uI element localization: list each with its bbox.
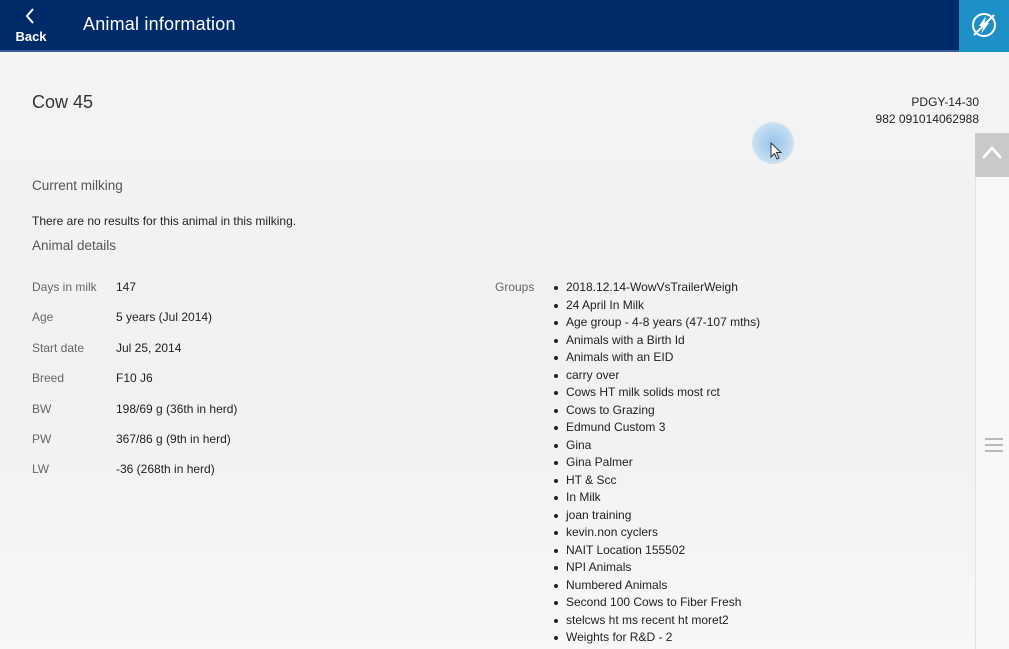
group-item: Animals with a Birth Id (552, 333, 760, 351)
group-item: carry over (552, 368, 760, 386)
group-item: Gina Palmer (552, 455, 760, 473)
detail-value: 198/69 g (36th in herd) (116, 401, 238, 416)
group-item: stelcws ht ms recent ht moret2 (552, 613, 760, 631)
group-item: Gina (552, 438, 760, 456)
animal-name: Cow 45 (32, 92, 94, 112)
back-label: Back (15, 29, 47, 44)
animal-ids: PDGY-14-30 982 091014062988 (876, 94, 979, 128)
detail-label: BW (32, 401, 52, 416)
detail-label: LW (32, 462, 50, 477)
group-item: Age group - 4-8 years (47-107 mths) (552, 315, 760, 333)
back-button[interactable]: Back (10, 4, 52, 48)
detail-label: PW (32, 431, 52, 446)
scrollbar-handle[interactable] (985, 438, 1003, 454)
group-item: joan training (552, 508, 760, 526)
group-item: NAIT Location 155502 (552, 543, 760, 561)
group-item: Cows to Grazing (552, 403, 760, 421)
detail-value: -36 (268th in herd) (116, 462, 215, 477)
group-item: Animals with an EID (552, 350, 760, 368)
quick-action-button[interactable] (959, 0, 1009, 52)
page-title: Animal information (83, 14, 236, 34)
scrollbar-track[interactable] (975, 133, 1009, 649)
group-item: Second 100 Cows to Fiber Fresh (552, 595, 760, 613)
groups-list: 2018.12.14-WowVsTrailerWeigh 24 April In… (552, 280, 760, 648)
scroll-to-top-button[interactable] (975, 133, 1009, 177)
group-item: NPI Animals (552, 560, 760, 578)
detail-value: Jul 25, 2014 (116, 340, 182, 355)
detail-value: 5 years (Jul 2014) (116, 310, 213, 325)
group-item: 24 April In Milk (552, 298, 760, 316)
detail-label: Breed (32, 371, 65, 386)
mouse-cursor-icon (770, 142, 782, 160)
animal-eid: 982 091014062988 (875, 112, 979, 126)
detail-label: Age (32, 310, 54, 325)
detail-label: Days in milk (32, 280, 97, 294)
group-item: In Milk (552, 490, 760, 508)
no-results-message: There are no results for this animal in … (32, 214, 297, 228)
grip-line (985, 438, 1003, 440)
detail-value: 147 (116, 280, 137, 294)
group-item: Numbered Animals (552, 578, 760, 596)
group-item: Cows HT milk solids most rct (552, 385, 760, 403)
grip-line (985, 444, 1003, 446)
current-milking-heading: Current milking (32, 178, 123, 193)
top-bar: Back Animal information (0, 0, 1009, 52)
group-item: HT & Scc (552, 473, 760, 491)
group-item: kevin.non cyclers (552, 525, 760, 543)
detail-value: F10 J6 (116, 371, 153, 386)
lightning-bolt-icon (972, 13, 996, 37)
chevron-up-icon (982, 146, 1002, 159)
animal-id-primary: PDGY-14-30 (911, 95, 979, 109)
chevron-left-icon (25, 8, 34, 24)
group-item: 2018.12.14-WowVsTrailerWeigh (552, 280, 760, 298)
animal-details-heading: Animal details (32, 238, 117, 253)
group-item: Edmund Custom 3 (552, 420, 760, 438)
groups-label: Groups (495, 280, 535, 294)
group-item: Weights for R&D - 2 (552, 630, 760, 648)
detail-value: 367/86 g (9th in herd) (116, 431, 231, 446)
grip-line (985, 450, 1003, 452)
detail-label: Start date (32, 340, 85, 355)
